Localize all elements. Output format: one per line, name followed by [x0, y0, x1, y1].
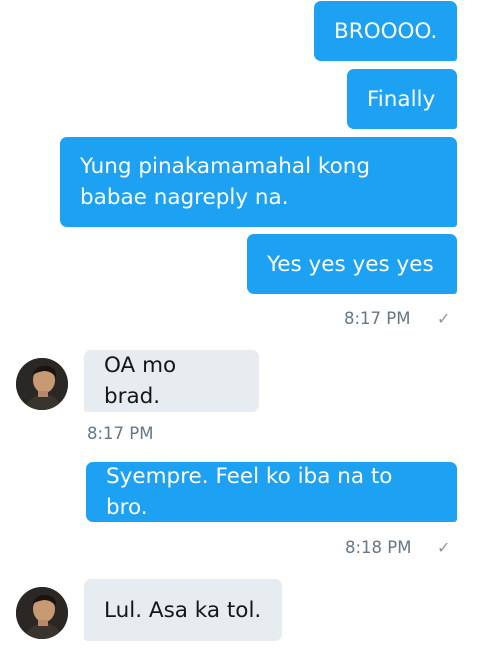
message-text: BROOOO.	[334, 18, 438, 44]
message-timestamp: 8:18 PM	[345, 538, 412, 557]
outgoing-message[interactable]: Finally	[347, 69, 457, 129]
message-timestamp: 8:17 PM	[87, 424, 154, 443]
incoming-message[interactable]: OA mo brad.	[84, 350, 259, 412]
sent-check-icon: ✓	[437, 538, 451, 557]
message-text: Yes yes yes yes	[267, 251, 434, 277]
outgoing-message[interactable]: Yes yes yes yes	[247, 234, 457, 294]
contact-avatar[interactable]	[16, 587, 68, 639]
message-text: OA mo brad.	[104, 353, 177, 409]
conversation-view: BROOOO. Finally Yung pinakamamahal kong …	[0, 0, 480, 650]
outgoing-message[interactable]: Syempre. Feel ko iba na to bro.	[86, 462, 457, 522]
message-text: Finally	[367, 86, 436, 112]
contact-avatar[interactable]	[16, 358, 68, 410]
incoming-message[interactable]: Lul. Asa ka tol.	[84, 579, 282, 641]
message-text: Lul. Asa ka tol.	[104, 597, 262, 623]
avatar-photo-icon	[16, 587, 68, 639]
outgoing-message[interactable]: BROOOO.	[314, 1, 457, 61]
message-text: Yung pinakamamahal kong babae nagreply n…	[80, 154, 371, 210]
message-text: Syempre. Feel ko iba na to bro.	[106, 464, 393, 520]
outgoing-message[interactable]: Yung pinakamamahal kong babae nagreply n…	[60, 137, 457, 227]
avatar-photo-icon	[16, 358, 68, 410]
sent-check-icon: ✓	[437, 309, 451, 328]
message-timestamp: 8:17 PM	[344, 309, 411, 328]
